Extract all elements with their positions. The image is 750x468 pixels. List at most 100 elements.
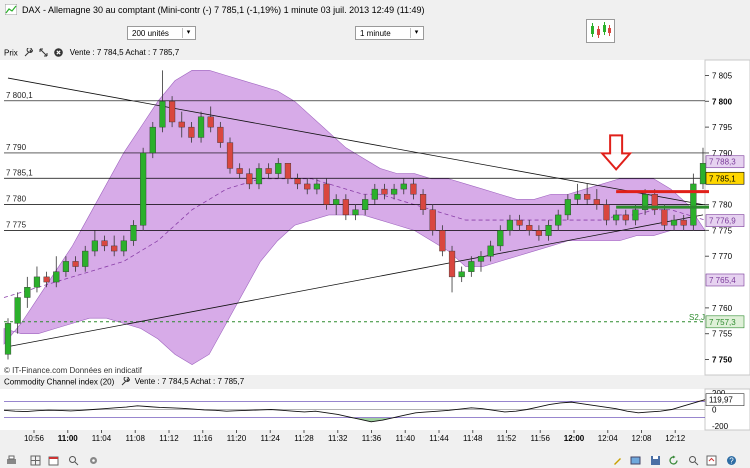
candle-body <box>246 173 253 185</box>
candle-body <box>294 178 301 185</box>
chart-window: DAX - Allemagne 30 au comptant (Mini-con… <box>0 0 750 468</box>
candle-body <box>169 101 176 123</box>
candle-body <box>72 261 79 267</box>
candle-body <box>545 225 552 236</box>
candle-body <box>381 188 388 195</box>
grid-icon[interactable] <box>30 455 41 466</box>
bottom-toolbar: ? <box>0 452 750 468</box>
candle-body <box>690 183 697 226</box>
candle-body <box>53 271 60 283</box>
candle-body <box>535 230 542 236</box>
time-axis-label: 11:40 <box>396 434 416 443</box>
candle-body <box>24 287 31 298</box>
candle-body <box>62 261 70 272</box>
candle-body <box>101 240 108 247</box>
time-axis-label: 12:08 <box>631 434 652 443</box>
candle-body <box>111 245 118 252</box>
candle-body <box>14 297 21 324</box>
candle-body <box>670 219 678 226</box>
candle-body <box>593 199 600 205</box>
candle-body <box>304 183 311 190</box>
save-icon[interactable] <box>650 455 661 466</box>
price-axis-tag-label: 7 776,9 <box>709 217 736 226</box>
settings-icon[interactable] <box>88 455 99 466</box>
candle-body <box>680 219 687 226</box>
candle-body <box>352 209 359 216</box>
candle-body <box>410 183 417 195</box>
refresh-icon[interactable] <box>668 455 679 466</box>
candle-body <box>91 240 98 252</box>
candle-body <box>197 116 205 138</box>
price-axis-tag-label: 7 757,3 <box>709 318 736 327</box>
candle-body <box>419 194 427 210</box>
time-axis-label: 11:04 <box>92 434 112 443</box>
candle-body <box>632 209 639 221</box>
pen-icon[interactable] <box>612 455 623 466</box>
price-axis-label: 7 760 <box>712 304 733 313</box>
candle-body <box>497 230 504 247</box>
candle-body <box>82 250 89 267</box>
candle-body <box>429 209 436 231</box>
time-axis-label: 11:52 <box>497 434 517 443</box>
candle-body <box>140 152 147 226</box>
candle-body <box>236 168 243 174</box>
price-axis-label: 7 755 <box>712 330 733 339</box>
price-axis-label: 7 750 <box>712 356 733 365</box>
candle-body <box>333 199 340 205</box>
time-axis-label: 11:28 <box>294 434 314 443</box>
candle-body <box>217 126 224 143</box>
time-axis-label: 11:36 <box>362 434 382 443</box>
price-axis-label: 7 805 <box>712 71 733 80</box>
candle-body <box>564 199 571 216</box>
search-icon[interactable] <box>688 455 699 466</box>
svg-text:?: ? <box>729 456 734 465</box>
export-icon[interactable] <box>706 455 717 466</box>
candle-body <box>188 126 195 138</box>
candle-body <box>574 194 581 200</box>
time-axis-label: 10:56 <box>24 434 45 443</box>
candle-body <box>265 168 272 174</box>
image-icon[interactable] <box>630 455 641 466</box>
candle-body <box>130 225 137 241</box>
candle-body <box>371 188 378 200</box>
price-axis-tag-label: 7 788,3 <box>709 158 736 167</box>
calendar-icon[interactable] <box>48 455 59 466</box>
price-axis-tag-label: 7 785,1 <box>709 174 736 183</box>
candle-body <box>362 199 369 210</box>
candle-body <box>255 168 263 185</box>
candle-body <box>477 256 485 262</box>
candle-body <box>400 183 407 190</box>
time-axis-label: 11:32 <box>328 434 348 443</box>
candle-body <box>458 271 465 278</box>
time-axis-label: 11:12 <box>159 434 179 443</box>
price-chart: 7 800,1 7 790 7 785,1 7 780 7 775 7 805 7 800… <box>0 59 750 443</box>
candle-body <box>526 225 533 231</box>
candle-body <box>661 209 668 226</box>
time-axis-label: 11:20 <box>227 434 247 443</box>
help-icon[interactable]: ? <box>726 455 737 466</box>
cci-axis-label: -200 <box>712 422 729 431</box>
price-axis-label: 7 795 <box>712 123 733 132</box>
support-level-label: S2,J <box>689 313 705 322</box>
time-axis-label: 12:04 <box>598 434 619 443</box>
price-axis-label: 7 800 <box>712 97 733 106</box>
price-level-label: 7 790 <box>6 143 27 152</box>
candle-body <box>391 188 398 195</box>
candle-body <box>226 142 234 169</box>
price-axis-tag-label: 7 765,4 <box>709 276 736 285</box>
time-axis-label: 12:00 <box>564 434 585 443</box>
candle-body <box>159 101 166 128</box>
price-level-label: 7 780 <box>6 195 27 204</box>
data-source-footer: © IT-Finance.com Données en indicatif <box>4 366 143 375</box>
print-icon[interactable] <box>6 455 17 466</box>
price-axis-label: 7 780 <box>712 201 733 210</box>
candle-body <box>603 204 610 221</box>
zoom-icon[interactable] <box>68 455 79 466</box>
candle-body <box>613 214 620 221</box>
time-axis-label: 11:00 <box>58 434 79 443</box>
candle-body <box>207 116 214 128</box>
candle-body <box>448 250 456 278</box>
time-axis-label: 11:08 <box>126 434 146 443</box>
time-axis-label: 11:16 <box>193 434 213 443</box>
candle-body <box>699 163 707 185</box>
